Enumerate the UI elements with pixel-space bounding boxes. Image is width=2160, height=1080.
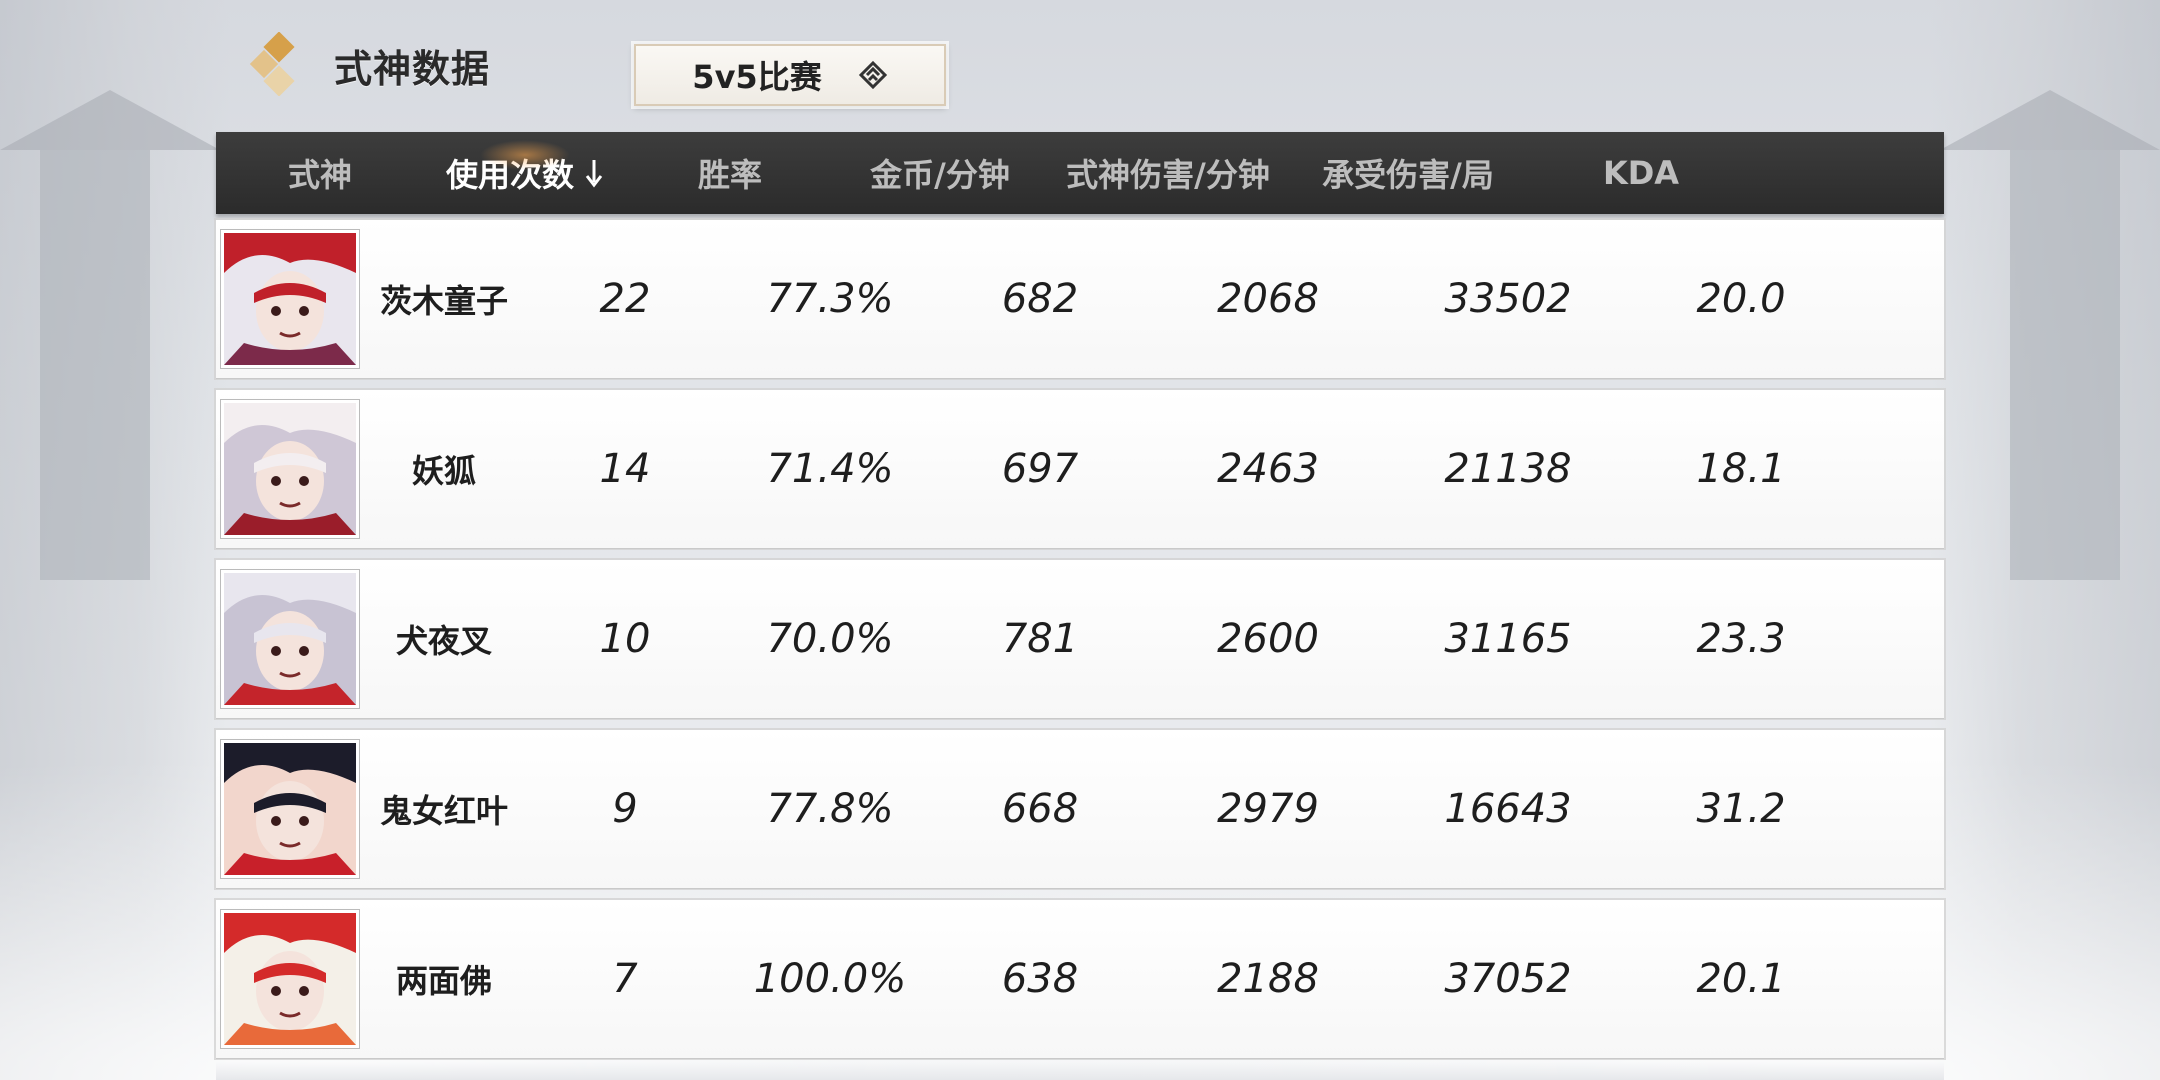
table-row[interactable]: 两面佛 7 100.0% 638 2188 37052 20.1 — [216, 900, 1944, 1058]
shikigami-name: 两面佛 — [395, 962, 492, 1000]
win-rate-value: 71.4% — [766, 446, 894, 492]
scroll-fade — [216, 1062, 1944, 1080]
dropdown-toggle-icon — [858, 60, 888, 90]
gold-per-min-value: 668 — [1001, 786, 1079, 832]
page-title: 式神数据 — [334, 47, 491, 91]
kda-value: 20.1 — [1696, 956, 1786, 1002]
gold-per-min-value: 638 — [1001, 956, 1079, 1002]
shikigami-avatar[interactable] — [221, 230, 359, 368]
gold-per-min-value: 682 — [1001, 276, 1079, 322]
damage-taken-value: 21138 — [1444, 446, 1572, 492]
kda-value: 23.3 — [1696, 616, 1786, 662]
column-header-shikigami: 式神 — [287, 156, 352, 194]
uses-value: 10 — [599, 616, 651, 662]
diamond-logo-icon — [246, 31, 310, 97]
uses-value: 7 — [612, 956, 638, 1002]
damage-taken-value: 37052 — [1444, 956, 1572, 1002]
shikigami-avatar[interactable] — [221, 740, 359, 878]
uses-value: 14 — [599, 446, 651, 492]
table-header: 式神 使用次数 胜率 金币/分钟 式神伤害/分钟 承受伤害/局 KDA — [216, 132, 1944, 214]
sort-highlight-glow — [480, 140, 570, 170]
damage-per-min-value: 2600 — [1217, 616, 1319, 662]
mode-dropdown-label: 5v5比赛 — [692, 58, 822, 96]
column-header-uses[interactable]: 使用次数 — [424, 140, 626, 196]
table-row[interactable]: 犬夜叉 10 70.0% 781 2600 31165 23.3 — [216, 560, 1944, 718]
damage-per-min-value: 2463 — [1217, 446, 1319, 492]
column-header-gold-per-min[interactable]: 金币/分钟 — [834, 150, 1046, 196]
avatar-cell — [216, 910, 364, 1048]
shikigami-name: 妖狐 — [411, 452, 476, 490]
column-header-damage-taken[interactable]: 承受伤害/局 — [1290, 150, 1526, 196]
column-header-damage-per-min[interactable]: 式神伤害/分钟 — [1046, 150, 1290, 196]
avatar-cell — [216, 740, 364, 878]
shikigami-stats-table: 式神 使用次数 胜率 金币/分钟 式神伤害/分钟 承受伤害/局 KDA 茨木童子… — [216, 132, 1944, 1058]
avatar-cell — [216, 400, 364, 538]
table-row[interactable]: 茨木童子 22 77.3% 682 2068 33502 20.0 — [216, 220, 1944, 378]
column-header-kda[interactable]: KDA — [1526, 154, 1756, 192]
uses-value: 22 — [599, 276, 651, 322]
damage-per-min-value: 2979 — [1217, 786, 1319, 832]
sort-descending-icon — [584, 158, 604, 196]
shikigami-avatar[interactable] — [221, 400, 359, 538]
shikigami-name: 鬼女红叶 — [379, 792, 508, 830]
column-header-win-rate[interactable]: 胜率 — [626, 150, 834, 196]
mode-dropdown[interactable]: 5v5比赛 — [634, 44, 946, 106]
avatar-cell — [216, 570, 364, 708]
background-pillar-right — [2010, 150, 2120, 580]
win-rate-value: 77.3% — [766, 276, 894, 322]
damage-taken-value: 16643 — [1444, 786, 1572, 832]
table-row[interactable]: 鬼女红叶 9 77.8% 668 2979 16643 31.2 — [216, 730, 1944, 888]
kda-value: 31.2 — [1696, 786, 1786, 832]
kda-value: 18.1 — [1696, 446, 1786, 492]
background-roof-right — [1940, 90, 2160, 150]
background-pillar-left — [40, 150, 150, 580]
win-rate-value: 70.0% — [766, 616, 894, 662]
shikigami-avatar[interactable] — [221, 570, 359, 708]
background-roof-left — [0, 90, 220, 150]
kda-value: 20.0 — [1696, 276, 1786, 322]
shikigami-name: 茨木童子 — [379, 282, 508, 320]
win-rate-value: 77.8% — [766, 786, 894, 832]
damage-taken-value: 33502 — [1444, 276, 1572, 322]
shikigami-name: 犬夜叉 — [395, 622, 492, 660]
gold-per-min-value: 781 — [1001, 616, 1079, 662]
damage-per-min-value: 2188 — [1217, 956, 1319, 1002]
avatar-cell — [216, 230, 364, 368]
damage-per-min-value: 2068 — [1217, 276, 1319, 322]
table-row[interactable]: 妖狐 14 71.4% 697 2463 21138 18.1 — [216, 390, 1944, 548]
gold-per-min-value: 697 — [1001, 446, 1079, 492]
uses-value: 9 — [612, 786, 638, 832]
shikigami-avatar[interactable] — [221, 910, 359, 1048]
win-rate-value: 100.0% — [753, 956, 907, 1002]
damage-taken-value: 31165 — [1444, 616, 1572, 662]
